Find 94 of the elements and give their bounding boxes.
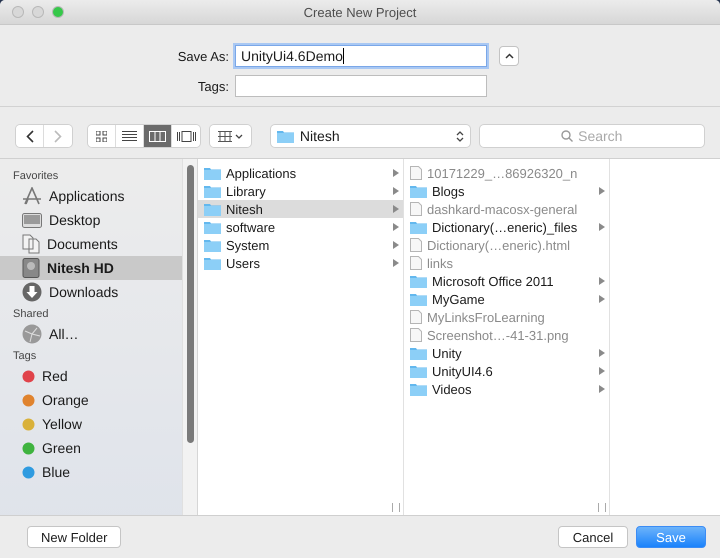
location-popup[interactable]: Nitesh — [270, 125, 470, 147]
folder-icon — [410, 274, 427, 288]
arrange-button[interactable] — [210, 125, 251, 147]
view-mode-button[interactable] — [88, 125, 116, 147]
sidebar-item[interactable]: Green — [0, 436, 182, 460]
file-row[interactable]: Unity — [404, 344, 609, 362]
file-row[interactable]: Videos — [404, 380, 609, 398]
document-icon — [410, 310, 422, 324]
folder-icon — [410, 346, 427, 360]
folder-icon — [204, 220, 221, 234]
grid-icon — [96, 130, 108, 142]
back-button[interactable] — [16, 125, 44, 147]
file-row[interactable]: Microsoft Office 2011 — [404, 272, 609, 290]
disclosure-arrow-icon — [599, 187, 605, 195]
disclosure-arrow-icon — [393, 223, 399, 231]
sidebar-item[interactable]: All… — [0, 322, 182, 346]
file-row[interactable]: UnityUI4.6 — [404, 362, 609, 380]
column-resize-handle[interactable] — [598, 503, 606, 512]
file-row[interactable]: Nitesh — [198, 200, 403, 218]
folder-icon — [410, 184, 427, 198]
file-row[interactable]: Dictionary(…eneric)_files — [404, 218, 609, 236]
document-icon — [410, 166, 422, 180]
file-row[interactable]: Applications — [198, 164, 403, 182]
file-row[interactable]: Users — [198, 254, 403, 272]
documents-icon — [22, 234, 40, 254]
document-icon — [410, 238, 422, 252]
sidebar-item[interactable]: Nitesh HD — [0, 256, 182, 280]
folder-icon — [410, 220, 427, 234]
tags-field[interactable] — [235, 75, 487, 97]
folder-icon — [204, 184, 221, 198]
sidebar-item[interactable]: Orange — [0, 388, 182, 412]
caret-icon — [235, 134, 244, 138]
globe-icon — [22, 324, 42, 344]
save-as-field[interactable]: UnityUi4.6Demo — [235, 45, 487, 67]
disclosure-arrow-icon — [599, 385, 605, 393]
sidebar-item[interactable]: Applications — [0, 184, 182, 208]
sidebar-item[interactable]: Documents — [0, 232, 182, 256]
chevron-left-icon — [26, 130, 34, 142]
folder-icon — [276, 130, 294, 142]
up-down-arrows-icon — [456, 130, 464, 142]
view-mode-button[interactable] — [172, 125, 200, 147]
file-row[interactable]: Blogs — [404, 182, 609, 200]
chevron-right-icon — [54, 130, 62, 142]
sidebar-item[interactable]: Red — [0, 364, 182, 388]
disclosure-arrow-icon — [393, 169, 399, 177]
cancel-button[interactable]: Cancel — [558, 526, 628, 548]
arrange-grid-icon — [218, 130, 232, 142]
sidebar-heading: Favorites — [12, 169, 60, 184]
monitor-icon — [22, 212, 42, 228]
cover-flow-icon — [176, 130, 196, 142]
scrollbar[interactable] — [182, 159, 198, 515]
apps-icon — [22, 187, 42, 205]
folder-icon — [410, 364, 427, 378]
view-mode-button[interactable] — [144, 125, 172, 147]
sidebar-heading: Tags — [12, 349, 38, 364]
disclosure-arrow-icon — [393, 205, 399, 213]
sidebar-item[interactable]: Yellow — [0, 412, 182, 436]
document-icon — [410, 256, 422, 270]
folder-icon — [204, 256, 221, 270]
disclosure-arrow-icon — [393, 259, 399, 267]
sidebar-heading: Shared — [12, 307, 50, 322]
new-folder-button[interactable]: New Folder — [27, 526, 122, 548]
folder-icon — [204, 202, 221, 216]
window-title: Create New Project — [304, 4, 416, 20]
sidebar-item[interactable]: Blue — [0, 460, 182, 484]
disclosure-arrow-icon — [599, 277, 605, 285]
file-row[interactable]: MyGame — [404, 290, 609, 308]
expand-button[interactable] — [499, 46, 519, 66]
disclosure-arrow-icon — [599, 295, 605, 303]
columns-icon — [149, 130, 166, 142]
disclosure-arrow-icon — [599, 349, 605, 357]
save-as-label: Save As: — [176, 48, 229, 64]
document-icon — [410, 202, 422, 216]
column-resize-handle[interactable] — [392, 503, 400, 512]
folder-icon — [204, 238, 221, 252]
sidebar-item[interactable]: Desktop — [0, 208, 182, 232]
file-row[interactable]: software — [198, 218, 403, 236]
download-icon — [22, 282, 42, 302]
folder-icon — [410, 292, 427, 306]
disclosure-arrow-icon — [393, 187, 399, 195]
chevron-up-icon — [504, 53, 514, 59]
file-row[interactable]: Library — [198, 182, 403, 200]
document-icon — [410, 328, 422, 342]
disclosure-arrow-icon — [393, 241, 399, 249]
list-icon — [122, 131, 138, 141]
search-icon — [561, 130, 574, 142]
disclosure-arrow-icon — [599, 223, 605, 231]
sidebar-item[interactable]: Downloads — [0, 280, 182, 304]
disclosure-arrow-icon — [599, 367, 605, 375]
file-row[interactable]: System — [198, 236, 403, 254]
folder-icon — [410, 382, 427, 396]
folder-icon — [204, 166, 221, 180]
tags-label: Tags: — [196, 78, 229, 94]
view-mode-button[interactable] — [116, 125, 144, 147]
